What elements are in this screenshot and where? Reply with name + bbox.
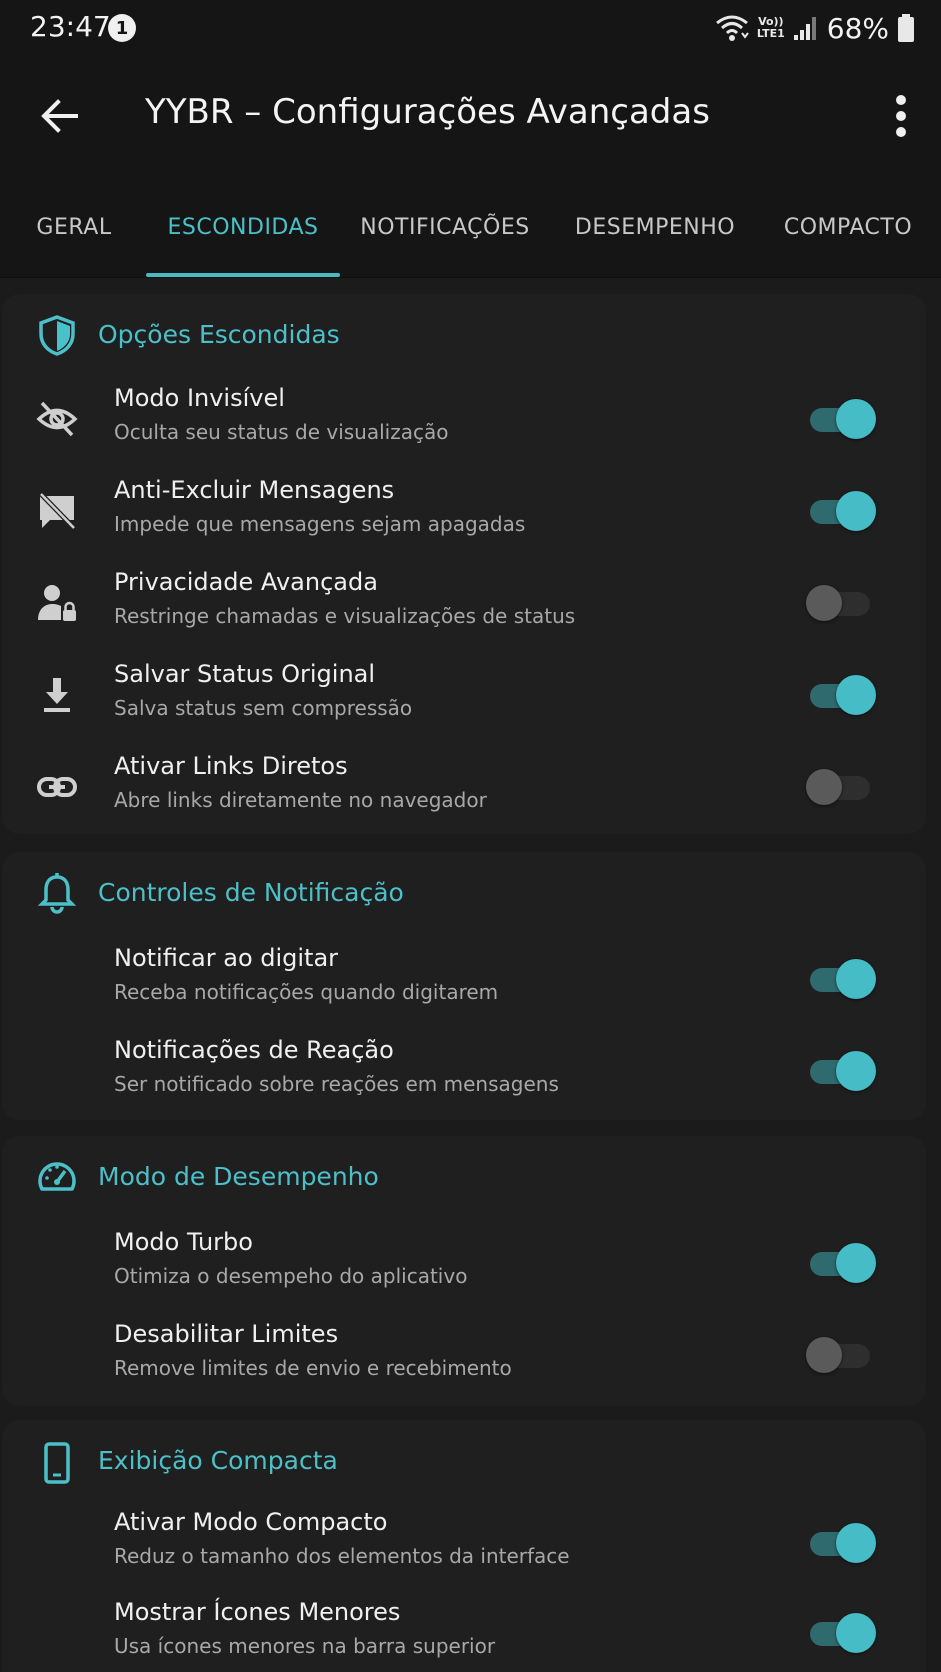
setting-title: Ativar Modo Compacto	[114, 1508, 388, 1536]
setting-description: Restringe chamadas e visualizações de st…	[114, 604, 576, 628]
section-card-compact-display: Exibição Compacta Ativar Modo Compacto R…	[2, 1420, 926, 1672]
section-card-notification-controls: Controles de Notificação Notificar ao di…	[2, 852, 926, 1120]
link-icon	[37, 777, 77, 797]
bell-icon	[37, 873, 77, 914]
eye-off-icon	[36, 401, 78, 437]
setting-title: Notificações de Reação	[114, 1036, 394, 1064]
toggle-switch-on[interactable]	[806, 674, 876, 716]
signal-icon	[793, 17, 816, 40]
person-lock-icon	[38, 585, 76, 621]
setting-title: Privacidade Avançada	[114, 568, 378, 596]
setting-row-compact-mode[interactable]: Ativar Modo Compacto Reduz o tamanho dos…	[2, 1502, 926, 1594]
arrow-back-icon	[41, 99, 78, 133]
section-title: Controles de Notificação	[98, 878, 404, 907]
tab-desempenho[interactable]: DESEMPENHO	[566, 176, 744, 278]
status-time: 23:47	[30, 10, 111, 43]
setting-description: Impede que mensagens sejam apagadas	[114, 512, 526, 536]
tab-escondidas[interactable]: ESCONDIDAS	[146, 176, 340, 278]
section-card-performance-mode: Modo de Desempenho Modo Turbo Otimiza o …	[2, 1136, 926, 1406]
setting-row-reaction-notifications[interactable]: Notificações de Reação Ser notificado so…	[2, 1030, 926, 1122]
wifi-icon	[715, 15, 749, 41]
status-icons: Vo)) LTE1 68%	[715, 10, 915, 46]
toggle-switch-on[interactable]	[806, 1612, 876, 1654]
toggle-switch-off[interactable]	[806, 766, 876, 808]
phone-icon	[44, 1442, 70, 1484]
setting-description: Oculta seu status de visualização	[114, 420, 449, 444]
toggle-switch-off[interactable]	[806, 582, 876, 624]
app-bar: YYBR – Configurações Avançadas	[0, 56, 941, 176]
notification-count-badge: 1	[108, 14, 136, 42]
setting-title: Notificar ao digitar	[114, 944, 339, 972]
speedometer-icon	[38, 1162, 76, 1191]
toggle-switch-on[interactable]	[806, 1522, 876, 1564]
shield-icon	[39, 315, 75, 356]
section-title: Exibição Compacta	[98, 1446, 338, 1475]
back-button[interactable]	[36, 92, 84, 140]
setting-title: Anti-Excluir Mensagens	[114, 476, 395, 504]
tab-bar: GERAL ESCONDIDAS NOTIFICAÇÕES DESEMPENHO…	[0, 176, 941, 278]
section-card-hidden-options: Opções Escondidas Modo Invisível Oculta …	[2, 294, 926, 834]
setting-description: Remove limites de envio e recebimento	[114, 1356, 512, 1380]
active-tab-indicator	[146, 273, 340, 277]
section-title: Modo de Desempenho	[98, 1162, 379, 1191]
setting-title: Mostrar Ícones Menores	[114, 1598, 401, 1626]
setting-title: Desabilitar Limites	[114, 1320, 339, 1348]
setting-description: Ser notificado sobre reações em mensagen…	[114, 1072, 559, 1096]
network-type-label: Vo)) LTE1	[756, 15, 785, 40]
toggle-switch-on[interactable]	[806, 490, 876, 532]
setting-description: Usa ícones menores na barra superior	[114, 1634, 496, 1658]
setting-row-direct-links[interactable]: Ativar Links Diretos Abre links diretame…	[2, 746, 926, 838]
tab-notificacoes[interactable]: NOTIFICAÇÕES	[356, 176, 534, 278]
battery-percent: 68%	[826, 11, 889, 45]
setting-description: Receba notificações quando digitarem	[114, 980, 499, 1004]
toggle-switch-on[interactable]	[806, 1242, 876, 1284]
toggle-switch-on[interactable]	[806, 398, 876, 440]
tab-compacto[interactable]: COMPACTO	[772, 176, 924, 278]
setting-title: Salvar Status Original	[114, 660, 376, 688]
setting-title: Modo Invisível	[114, 384, 285, 412]
setting-row-anti-delete[interactable]: Anti-Excluir Mensagens Impede que mensag…	[2, 470, 926, 562]
setting-row-advanced-privacy[interactable]: Privacidade Avançada Restringe chamadas …	[2, 562, 926, 654]
tab-geral[interactable]: GERAL	[18, 176, 130, 278]
toggle-switch-on[interactable]	[806, 1050, 876, 1092]
status-bar: 23:47 1 Vo)) LTE1 68%	[0, 0, 941, 56]
section-title: Opções Escondidas	[98, 320, 340, 349]
setting-row-disable-limits[interactable]: Desabilitar Limites Remove limites de en…	[2, 1314, 926, 1406]
setting-description: Abre links diretamente no navegador	[114, 788, 487, 812]
setting-row-invisible-mode[interactable]: Modo Invisível Oculta seu status de visu…	[2, 378, 926, 470]
setting-title: Modo Turbo	[114, 1228, 253, 1256]
setting-description: Reduz o tamanho dos elementos da interfa…	[114, 1544, 570, 1568]
more-vert-icon	[896, 95, 906, 137]
setting-title: Ativar Links Diretos	[114, 752, 348, 780]
page-title: YYBR – Configurações Avançadas	[145, 92, 710, 132]
more-options-button[interactable]	[881, 90, 921, 142]
setting-description: Salva status sem compressão	[114, 696, 413, 720]
setting-row-notify-typing[interactable]: Notificar ao digitar Receba notificações…	[2, 938, 926, 1030]
message-off-icon	[39, 492, 76, 530]
battery-icon	[898, 14, 914, 42]
setting-description: Otimiza o desempeho do aplicativo	[114, 1264, 468, 1288]
setting-row-turbo-mode[interactable]: Modo Turbo Otimiza o desempeho do aplica…	[2, 1222, 926, 1314]
toggle-switch-on[interactable]	[806, 958, 876, 1000]
toggle-switch-off[interactable]	[806, 1334, 876, 1376]
download-icon	[44, 678, 70, 712]
setting-row-smaller-icons[interactable]: Mostrar Ícones Menores Usa ícones menore…	[2, 1592, 926, 1672]
setting-row-save-original-status[interactable]: Salvar Status Original Salva status sem …	[2, 654, 926, 746]
